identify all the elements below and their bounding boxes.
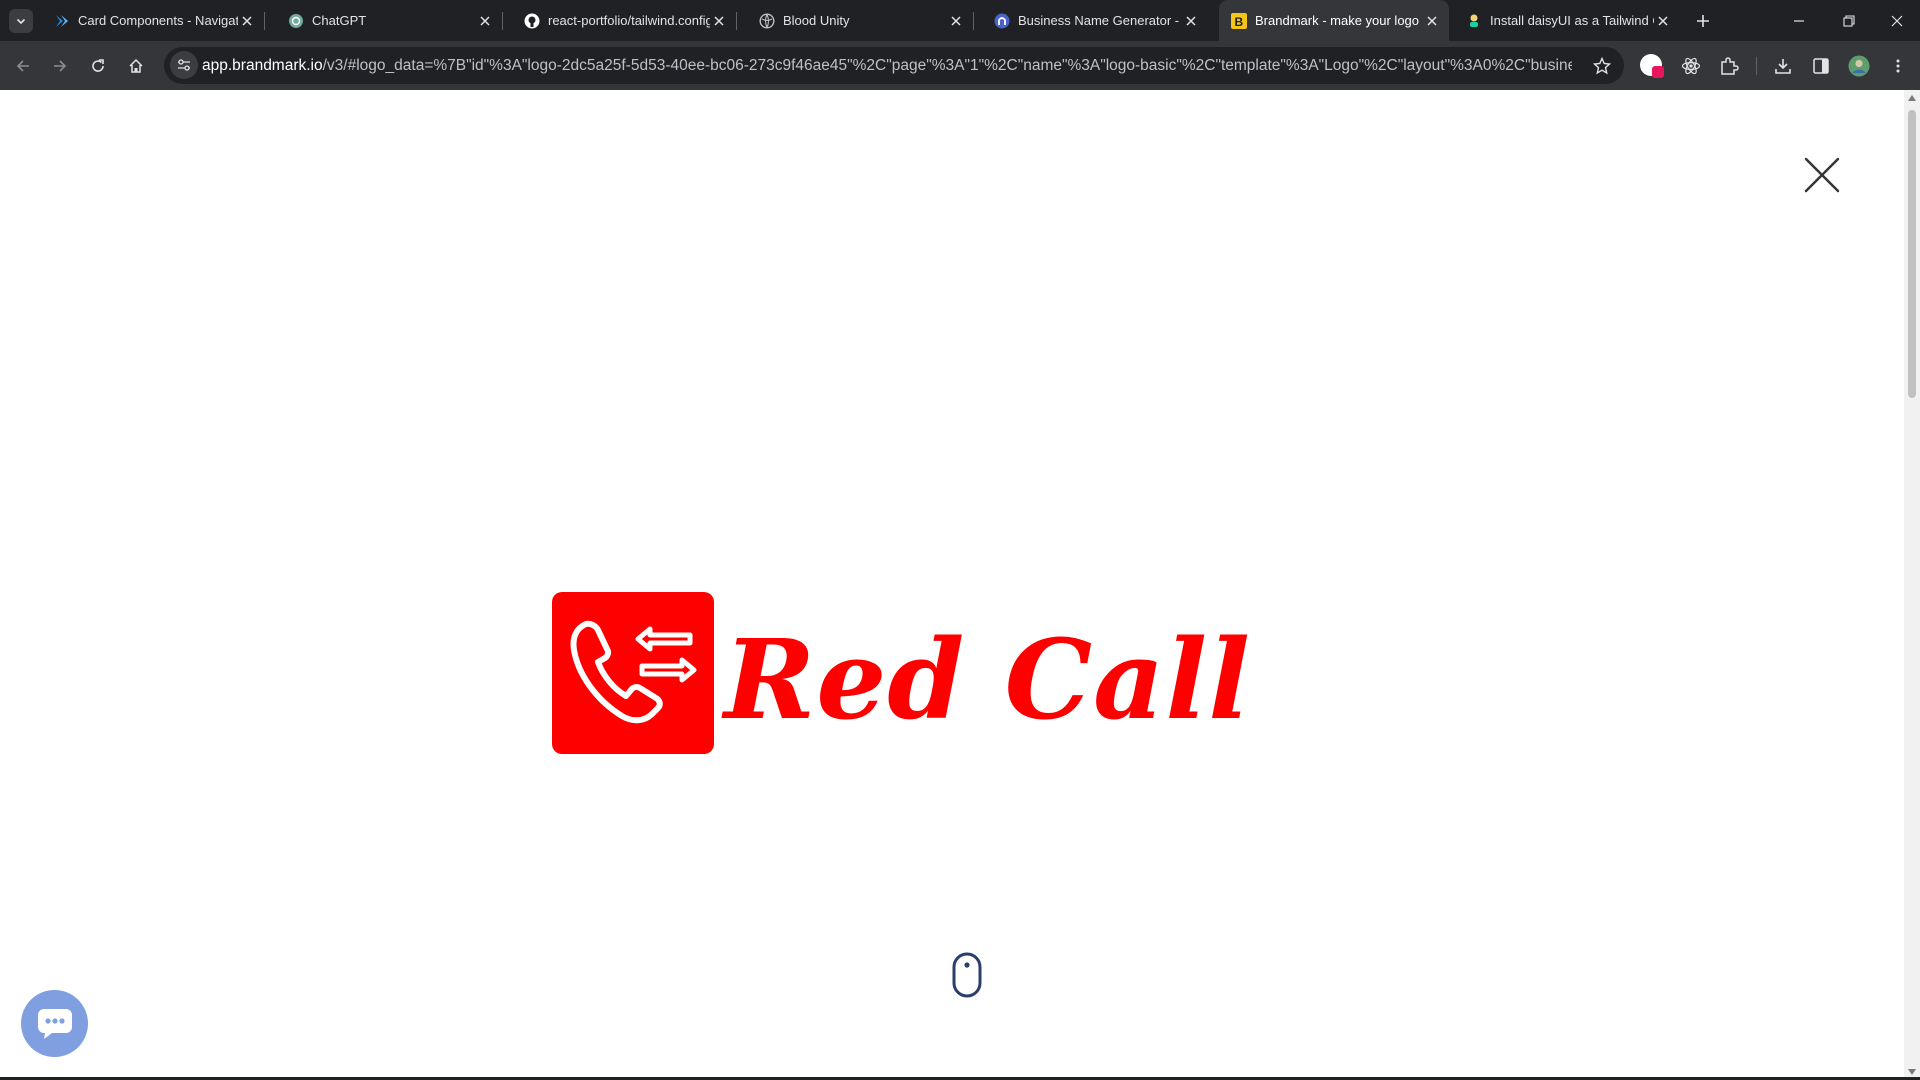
navigate-ui-icon xyxy=(54,13,70,29)
browser-tab-strip: Card Components - Navigate UI ChatGPT re… xyxy=(0,0,1920,41)
tab-divider xyxy=(973,12,974,30)
tab-divider xyxy=(502,12,503,30)
tab-search-button[interactable] xyxy=(9,9,33,33)
logo-preview: Red Call xyxy=(552,592,1250,762)
tab-close-icon[interactable] xyxy=(1182,12,1200,30)
address-bar[interactable]: app.brandmark.io/v3/#logo_data=%7B"id"%3… xyxy=(164,47,1624,84)
plus-icon xyxy=(1697,15,1709,27)
star-icon xyxy=(1593,57,1611,75)
page-scrollbar[interactable] xyxy=(1904,90,1920,1080)
logo-wordmark: Red Call xyxy=(724,615,1252,744)
svg-text:B: B xyxy=(1235,15,1244,29)
avatar xyxy=(1848,55,1870,77)
profile-button[interactable] xyxy=(1844,51,1874,81)
tab-close-icon[interactable] xyxy=(947,12,965,30)
extension-badge-icon xyxy=(1640,54,1664,78)
react-atom-icon xyxy=(1681,57,1701,75)
url-host: app.brandmark.io xyxy=(202,57,323,74)
tab-close-icon[interactable] xyxy=(476,12,494,30)
daisyui-icon xyxy=(1466,13,1482,29)
more-vertical-icon xyxy=(1896,59,1900,73)
chatgpt-icon xyxy=(288,13,304,29)
tab-close-icon[interactable] xyxy=(1423,12,1441,30)
forward-button[interactable] xyxy=(45,51,75,81)
tab-close-icon[interactable] xyxy=(710,12,728,30)
tab-title: Business Name Generator - Powered xyxy=(1018,13,1182,28)
chevron-down-icon xyxy=(16,18,26,25)
arrow-right-icon xyxy=(54,60,67,72)
tab-divider xyxy=(736,12,737,30)
tab-business-name-generator[interactable]: Business Name Generator - Powered xyxy=(982,0,1208,41)
globe-icon xyxy=(759,12,775,29)
tab-close-icon[interactable] xyxy=(238,12,256,30)
logo-preview-page: Red Call xyxy=(0,90,1904,1080)
tab-title: Blood Unity xyxy=(783,13,850,28)
tab-blood-unity[interactable]: Blood Unity xyxy=(747,0,974,41)
tab-card-components[interactable]: Card Components - Navigate UI xyxy=(42,0,265,41)
extension-colorzilla-button[interactable] xyxy=(1637,51,1667,81)
tab-title: Install daisyUI as a Tailwind CSS xyxy=(1490,13,1654,28)
restore-button[interactable] xyxy=(1826,0,1872,41)
extension-react-button[interactable] xyxy=(1676,51,1706,81)
side-panel-button[interactable] xyxy=(1806,51,1836,81)
tab-daisyui[interactable]: Install daisyUI as a Tailwind CSS xyxy=(1454,0,1680,41)
url-path: /v3/#logo_data=%7B"id"%3A"logo-2dc5a25f-… xyxy=(322,57,1572,74)
github-icon xyxy=(524,13,540,29)
scrollbar-thumb[interactable] xyxy=(1908,110,1916,398)
browser-toolbar: app.brandmark.io/v3/#logo_data=%7B"id"%3… xyxy=(0,41,1920,90)
minimize-button[interactable] xyxy=(1776,0,1822,41)
home-button[interactable] xyxy=(121,51,151,81)
minimize-icon xyxy=(1794,19,1804,22)
tab-react-portfolio[interactable]: react-portfolio/tailwind.config.js xyxy=(512,0,737,41)
tune-icon xyxy=(178,59,190,71)
scroll-up-arrow-icon[interactable] xyxy=(1908,94,1916,102)
tab-close-icon[interactable] xyxy=(1654,12,1672,30)
chat-widget-button[interactable] xyxy=(21,990,88,1057)
scroll-down-arrow-icon[interactable] xyxy=(1908,1068,1916,1076)
url-text[interactable]: app.brandmark.io/v3/#logo_data=%7B"id"%3… xyxy=(202,47,1572,84)
phone-transfer-icon xyxy=(552,592,714,754)
browser-menu-button[interactable] xyxy=(1883,51,1913,81)
site-info-button[interactable] xyxy=(170,51,198,79)
restore-icon xyxy=(1843,14,1855,27)
puzzle-icon xyxy=(1721,57,1739,75)
tab-divider xyxy=(264,12,265,30)
mouse-scroll-icon xyxy=(952,952,982,998)
tab-chatgpt[interactable]: ChatGPT xyxy=(276,0,503,41)
reload-button[interactable] xyxy=(83,51,113,81)
tab-title: Card Components - Navigate UI xyxy=(78,13,238,28)
toolbar-divider xyxy=(1756,57,1757,75)
home-icon xyxy=(129,58,143,73)
reload-icon xyxy=(92,59,104,72)
side-panel-icon xyxy=(1813,58,1829,74)
brandmark-icon: B xyxy=(1231,12,1247,29)
tab-title: Brandmark - make your logo in xyxy=(1255,13,1423,28)
bookmark-star-button[interactable] xyxy=(1590,54,1614,78)
tab-title: ChatGPT xyxy=(312,13,367,28)
close-window-button[interactable] xyxy=(1874,0,1920,41)
close-icon[interactable] xyxy=(1802,155,1842,195)
tab-title: react-portfolio/tailwind.config.js xyxy=(548,13,710,28)
back-button[interactable] xyxy=(8,51,38,81)
tab-brandmark[interactable]: B Brandmark - make your logo in xyxy=(1219,0,1449,41)
extensions-button[interactable] xyxy=(1714,51,1744,81)
downloads-button[interactable] xyxy=(1768,51,1798,81)
chat-bubble-icon xyxy=(37,1008,72,1039)
new-tab-button[interactable] xyxy=(1692,10,1714,32)
download-icon xyxy=(1775,59,1791,74)
arrow-left-icon xyxy=(16,60,29,72)
close-icon xyxy=(1891,15,1903,26)
namelix-icon xyxy=(994,13,1010,29)
